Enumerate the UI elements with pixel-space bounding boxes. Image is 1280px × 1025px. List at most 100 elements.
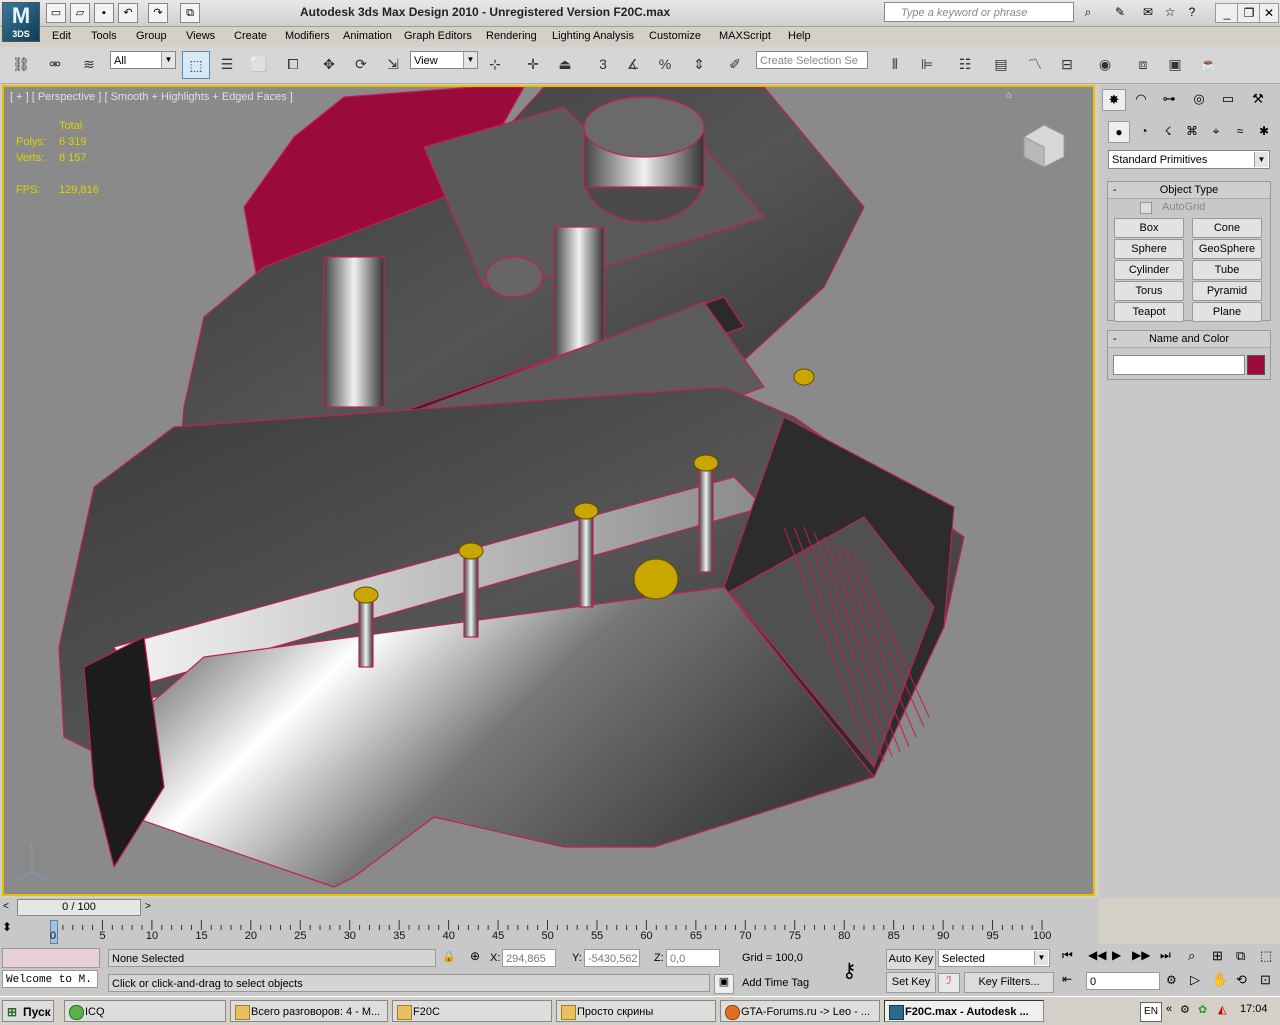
menu-customize[interactable]: Customize — [649, 28, 701, 45]
curve-editor-icon[interactable]: 〽 — [1022, 51, 1048, 77]
selection-filter-dropdown[interactable]: All ▼ — [110, 51, 176, 69]
spinner-snap-icon[interactable]: ⇕ — [686, 51, 712, 77]
rotate-icon[interactable]: ⟳ — [348, 51, 374, 77]
z-coordinate-field[interactable]: 0,0 — [666, 949, 720, 967]
tray-network-icon[interactable]: ⚙ — [1180, 1003, 1190, 1016]
object-color-swatch[interactable] — [1247, 355, 1265, 375]
create-tab-icon[interactable]: ✸ — [1102, 89, 1126, 111]
select-by-name-icon[interactable]: ☰ — [214, 51, 240, 77]
hierarchy-tab-icon[interactable]: ⊶ — [1158, 89, 1180, 109]
menu-views[interactable]: Views — [186, 28, 215, 45]
box-button[interactable]: Box — [1114, 218, 1184, 238]
sphere-button[interactable]: Sphere — [1114, 239, 1184, 259]
menu-edit[interactable]: Edit — [52, 28, 71, 45]
cameras-icon[interactable]: ⌘ — [1182, 121, 1202, 141]
unlink-icon[interactable]: ⚮ — [42, 51, 68, 77]
close-button[interactable]: ✕ — [1259, 3, 1279, 23]
cone-button[interactable]: Cone — [1192, 218, 1262, 238]
percent-snap-icon[interactable]: % — [652, 51, 678, 77]
lock-selection-icon[interactable]: 🔒 — [442, 950, 456, 963]
save-file-icon[interactable]: ▪ — [94, 3, 114, 23]
maxscript-mini-listener[interactable]: Welcome to M. — [2, 970, 98, 988]
helpers-icon[interactable]: ⌖ — [1206, 121, 1226, 141]
menu-tools[interactable]: Tools — [91, 28, 117, 45]
track-bar[interactable]: ⬍ 0 5 10 15 20 25 30 35 40 45 50 55 60 65 70 75 80 85 90 95… — [0, 918, 1098, 944]
absolute-mode-icon[interactable]: ⊕ — [466, 949, 484, 967]
snaps-toggle-icon[interactable]: 3 — [590, 51, 616, 77]
schematic-view-icon[interactable]: ⊟ — [1054, 51, 1080, 77]
name-and-color-header[interactable]: - Name and Color — [1108, 331, 1270, 348]
orbit-icon[interactable]: ⟲ — [1236, 972, 1247, 988]
rectangular-selection-icon[interactable]: ⬜ — [246, 51, 272, 77]
go-to-end-icon[interactable]: ⏭ — [1160, 948, 1171, 963]
material-editor-icon[interactable]: ◉ — [1092, 51, 1118, 77]
project-folder-icon[interactable]: ⧉ — [180, 3, 200, 23]
subscription-icon[interactable]: ✎ — [1110, 3, 1130, 22]
torus-button[interactable]: Torus — [1114, 281, 1184, 301]
task-f20c-folder[interactable]: F20C — [392, 1000, 552, 1022]
time-configuration-icon[interactable]: ⚙ — [1166, 973, 1177, 987]
time-slider-thumb[interactable]: 0 / 100 — [17, 899, 141, 916]
menu-create[interactable]: Create — [234, 28, 267, 45]
time-prev-icon[interactable]: < — [3, 901, 9, 912]
plane-button[interactable]: Plane — [1192, 302, 1262, 322]
cylinder-button[interactable]: Cylinder — [1114, 260, 1184, 280]
play-icon[interactable]: ▶ — [1112, 948, 1121, 962]
tube-button[interactable]: Tube — [1192, 260, 1262, 280]
menu-group[interactable]: Group — [136, 28, 167, 45]
perspective-viewport[interactable]: [ + ] [ Perspective ] [ Smooth + Highlig… — [2, 85, 1095, 896]
new-file-icon[interactable]: ▭ — [46, 3, 66, 23]
go-to-start-icon[interactable]: ⏮ — [1062, 948, 1073, 963]
maxscript-mini-listener-top[interactable] — [2, 948, 100, 968]
menu-rendering[interactable]: Rendering — [486, 28, 537, 45]
layer-manager-icon[interactable]: ☷ — [952, 51, 978, 77]
scale-icon[interactable]: ⇲ — [380, 51, 406, 77]
viewport-label[interactable]: [ + ] [ Perspective ] [ Smooth + Highlig… — [10, 91, 293, 103]
object-name-input[interactable] — [1113, 355, 1245, 375]
menu-maxscript[interactable]: MAXScript — [719, 28, 771, 45]
render-teapot-icon[interactable]: ☕ — [1196, 51, 1222, 77]
key-mode-toggle-icon[interactable]: ⇤ — [1062, 972, 1072, 986]
set-key-icon[interactable]: ⚷ — [842, 958, 857, 983]
home-icon[interactable]: ⌂ — [1006, 90, 1012, 101]
pivot-center-icon[interactable]: ⊹ — [482, 51, 508, 77]
geosphere-button[interactable]: GeoSphere — [1192, 239, 1262, 259]
task-3dsmax[interactable]: F20C.max - Autodesk ... — [884, 1000, 1044, 1022]
utilities-tab-icon[interactable]: ⚒ — [1247, 89, 1269, 109]
pan-view-icon[interactable]: ✋ — [1212, 972, 1228, 988]
menu-graph-editors[interactable]: Graph Editors — [404, 28, 472, 45]
application-button[interactable]: M 3DS — [2, 2, 40, 42]
minimize-button[interactable]: _ — [1215, 3, 1239, 23]
select-link-icon[interactable]: ⛓ — [8, 51, 34, 77]
undo-icon[interactable]: ↶ — [118, 3, 138, 23]
zoom-extents-all-icon[interactable]: ⬚ — [1260, 948, 1272, 964]
language-indicator[interactable]: EN — [1140, 1002, 1162, 1022]
edit-named-selection-icon[interactable]: ✐ — [722, 51, 748, 77]
task-icq[interactable]: ICQ — [64, 1000, 226, 1022]
move-icon[interactable]: ✥ — [316, 51, 342, 77]
bind-space-warp-icon[interactable]: ≋ — [76, 51, 102, 77]
angle-snap-icon[interactable]: ∡ — [620, 51, 646, 77]
open-file-icon[interactable]: ▱ — [70, 3, 90, 23]
time-next-icon[interactable]: > — [145, 901, 151, 912]
zoom-extents-icon[interactable]: ⧉ — [1236, 948, 1245, 964]
named-selection-set-input[interactable]: Create Selection Se — [756, 51, 868, 69]
select-object-icon[interactable]: ⬚ — [182, 51, 210, 79]
previous-frame-icon[interactable]: ◀◀ — [1088, 948, 1106, 962]
primitive-category-dropdown[interactable]: Standard Primitives ▼ — [1108, 150, 1270, 169]
zoom-all-icon[interactable]: ⊞ — [1212, 948, 1223, 964]
task-firefox[interactable]: GTA-Forums.ru -> Leo - ... — [720, 1000, 880, 1022]
shapes-icon[interactable]: ◔ — [1134, 121, 1154, 141]
zoom-icon[interactable]: ⌕ — [1188, 948, 1195, 964]
add-time-tag[interactable]: Add Time Tag — [742, 977, 809, 989]
search-input[interactable]: Type a keyword or phrase — [884, 2, 1074, 22]
modify-tab-icon[interactable]: ◠ — [1130, 89, 1152, 109]
restore-button[interactable]: ❐ — [1237, 3, 1261, 23]
help-icon[interactable]: ? — [1182, 3, 1202, 22]
start-button[interactable]: ⊞ Пуск — [2, 1000, 54, 1022]
redo-icon[interactable]: ↷ — [148, 3, 168, 23]
menu-animation[interactable]: Animation — [343, 28, 392, 45]
mirror-icon[interactable]: ⫴ — [882, 51, 908, 77]
tray-expand-icon[interactable]: « — [1166, 1003, 1172, 1015]
teapot-button[interactable]: Teapot — [1114, 302, 1184, 322]
